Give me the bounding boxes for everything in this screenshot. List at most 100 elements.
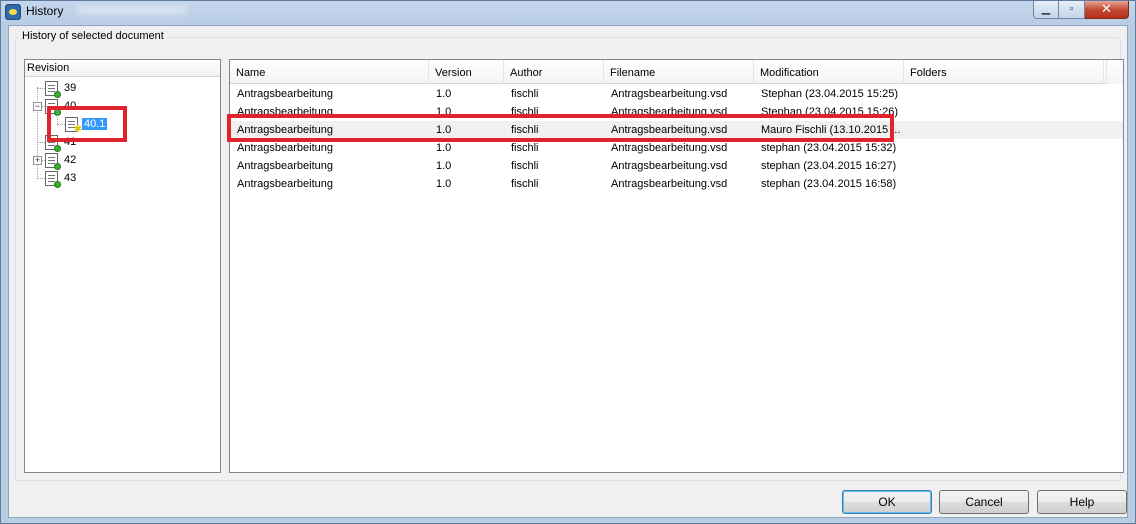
cell-author: fischli — [511, 160, 539, 172]
table-row[interactable]: Antragsbearbeitung 1.0 fischli Antragsbearb… — [230, 121, 1123, 139]
cell-version: 1.0 — [436, 106, 452, 118]
cell-version: 1.0 — [436, 88, 452, 100]
document-ok-icon — [45, 170, 61, 188]
minimize-button[interactable]: ▁ — [1033, 1, 1059, 19]
table-row[interactable]: Antragsbearbeitung 1.0 fischli Antragsbearb… — [230, 157, 1123, 175]
cell-filename: Antragsbearbeitung.vsd — [611, 88, 728, 100]
cell-name: Antragsbearbeitung — [237, 178, 334, 190]
close-icon: ✕ — [1101, 1, 1112, 16]
document-ok-icon — [45, 80, 61, 98]
cell-filename: Antragsbearbeitung.vsd — [611, 142, 728, 154]
cell-filename: Antragsbearbeitung.vsd — [611, 106, 728, 118]
cell-modification: stephan (23.04.2015 16:27) — [761, 160, 897, 172]
history-list-rows: Antragsbearbeitung 1.0 fischli Antragsbearb… — [230, 85, 1123, 193]
new-star-icon: ✱ — [73, 123, 82, 135]
cell-version: 1.0 — [436, 160, 452, 172]
cell-author: fischli — [511, 178, 539, 190]
column-header-folders[interactable]: Folders — [904, 60, 1104, 84]
tree-node-label: 40.1 — [82, 118, 108, 130]
window-title: History — [26, 4, 64, 18]
tree-node-label: 39 — [64, 82, 77, 94]
cell-folders — [904, 103, 1104, 121]
cell-version: 1.0 — [436, 142, 452, 154]
history-list-panel[interactable]: Name Version Author Filename Modification Fol… — [229, 59, 1124, 473]
cell-version: 1.0 — [436, 178, 452, 190]
cancel-button[interactable]: Cancel — [939, 490, 1029, 514]
cell-name: Antragsbearbeitung — [237, 142, 334, 154]
header-filler — [1106, 60, 1123, 84]
tree-connector — [57, 110, 58, 124]
cell-author: fischli — [511, 88, 539, 100]
help-button[interactable]: Help — [1037, 490, 1127, 514]
column-header-author[interactable]: Author — [504, 60, 604, 84]
blurred-title-suffix — [77, 5, 187, 15]
history-list-header: Name Version Author Filename Modification Fol… — [230, 60, 1123, 84]
title-bar[interactable]: History ▁ ▫ ✕ — [1, 1, 1135, 23]
tree-connector — [37, 178, 45, 179]
tree-node-label: 43 — [64, 172, 77, 184]
revision-tree-panel[interactable]: Revision 39 − 40 ✱ 40.1 41 +42 43 — [24, 59, 221, 473]
tree-node-41[interactable]: 41 — [45, 134, 78, 152]
tree-node-40[interactable]: 40 — [45, 98, 78, 116]
caption-buttons: ▁ ▫ ✕ — [1033, 1, 1129, 19]
cell-name: Antragsbearbeitung — [237, 106, 334, 118]
column-header-name[interactable]: Name — [230, 60, 429, 84]
table-row[interactable]: Antragsbearbeitung 1.0 fischli Antragsbearb… — [230, 139, 1123, 157]
revision-tree-header[interactable]: Revision — [25, 60, 220, 77]
document-new-icon: ✱ — [65, 116, 82, 134]
cell-folders — [904, 157, 1104, 175]
table-row[interactable]: Antragsbearbeitung 1.0 fischli Antragsbearb… — [230, 175, 1123, 193]
table-row[interactable]: Antragsbearbeitung 1.0 fischli Antragsbearb… — [230, 103, 1123, 121]
tree-connector — [37, 88, 45, 89]
cell-folders — [904, 139, 1104, 157]
cell-version: 1.0 — [436, 124, 452, 136]
tree-node-label: 42 — [64, 154, 77, 166]
cell-author: fischli — [511, 106, 539, 118]
minimize-icon: ▁ — [1041, 3, 1051, 15]
column-header-version[interactable]: Version — [429, 60, 504, 84]
document-ok-icon — [45, 134, 61, 152]
document-ok-icon — [45, 152, 61, 170]
cell-folders — [904, 85, 1104, 103]
expand-icon[interactable]: + — [33, 156, 42, 165]
maximize-button[interactable]: ▫ — [1059, 1, 1085, 19]
column-header-filename[interactable]: Filename — [604, 60, 754, 84]
cell-modification: Mauro Fischli (13.10.2015 ... — [761, 124, 901, 136]
cell-modification: stephan (23.04.2015 15:32) — [761, 142, 897, 154]
column-header-modification[interactable]: Modification — [754, 60, 904, 84]
collapse-icon[interactable]: − — [33, 102, 42, 111]
cell-filename: Antragsbearbeitung.vsd — [611, 124, 728, 136]
tree-node-42[interactable]: 42 — [45, 152, 78, 170]
tree-connector — [37, 142, 45, 143]
cell-modification: stephan (23.04.2015 16:58) — [761, 178, 897, 190]
dialog-client-area: History of selected document Revision 39… — [8, 25, 1128, 518]
maximize-icon: ▫ — [1069, 3, 1074, 15]
check-badge-icon — [54, 90, 61, 98]
tree-connector — [57, 124, 65, 125]
groupbox-label: History of selected document — [19, 30, 167, 42]
tree-node-43[interactable]: 43 — [45, 170, 78, 188]
cell-name: Antragsbearbeitung — [237, 88, 334, 100]
cell-filename: Antragsbearbeitung.vsd — [611, 178, 728, 190]
tree-node-39[interactable]: 39 — [45, 80, 78, 98]
check-badge-icon — [54, 180, 61, 188]
ok-button[interactable]: OK — [842, 490, 932, 514]
check-badge-icon — [54, 162, 61, 170]
cell-folders — [904, 175, 1104, 193]
tree-node-label: 40 — [64, 100, 77, 112]
cell-author: fischli — [511, 142, 539, 154]
cell-modification: Stephan (23.04.2015 15:25) — [761, 88, 899, 100]
app-icon[interactable] — [5, 4, 21, 20]
history-window: History ▁ ▫ ✕ History of selected docume… — [0, 0, 1136, 524]
table-row[interactable]: Antragsbearbeitung 1.0 fischli Antragsbearb… — [230, 85, 1123, 103]
cell-author: fischli — [511, 124, 539, 136]
cell-name: Antragsbearbeitung — [237, 160, 334, 172]
revision-tree[interactable]: 39 − 40 ✱ 40.1 41 +42 43 — [25, 77, 220, 473]
cell-modification: Stephan (23.04.2015 15:26) — [761, 106, 899, 118]
cell-filename: Antragsbearbeitung.vsd — [611, 160, 728, 172]
cell-folders — [904, 121, 1104, 139]
tree-node-label: 41 — [64, 136, 77, 148]
close-button[interactable]: ✕ — [1085, 1, 1129, 19]
tree-node-40-1[interactable]: ✱ 40.1 — [65, 116, 108, 134]
cell-name: Antragsbearbeitung — [237, 124, 334, 136]
